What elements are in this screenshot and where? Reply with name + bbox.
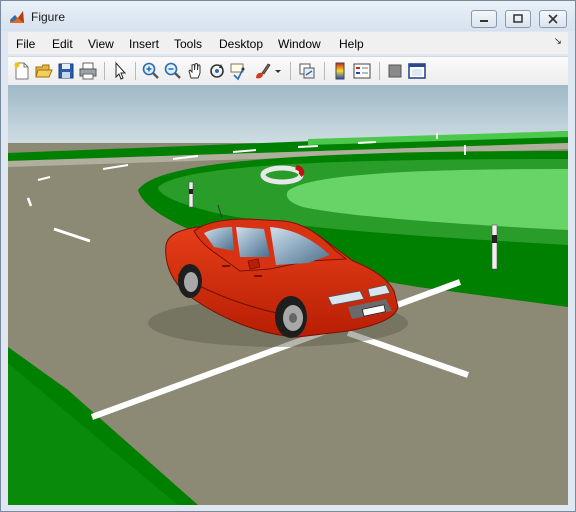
virtual-world-scene: [8, 85, 568, 505]
open-file-icon[interactable]: [34, 61, 54, 81]
toolbar-separator: [104, 62, 105, 80]
menu-help[interactable]: Help: [339, 37, 364, 51]
maximize-icon: [513, 14, 523, 23]
hide-plot-tools-icon[interactable]: [385, 61, 405, 81]
close-icon: [548, 14, 558, 24]
insert-colorbar-icon[interactable]: [330, 61, 350, 81]
figure-axes-canvas[interactable]: [8, 85, 568, 505]
new-figure-icon[interactable]: [12, 61, 32, 81]
menu-file[interactable]: File: [16, 37, 35, 51]
zoom-in-icon[interactable]: [141, 61, 161, 81]
toolbar-separator: [135, 62, 136, 80]
figure-window: Figure File Edit View Insert Tools Deskt…: [0, 0, 576, 512]
insert-legend-icon[interactable]: [352, 61, 372, 81]
figure-toolbar: [8, 56, 568, 86]
link-plot-icon[interactable]: [297, 61, 317, 81]
toolbar-separator: [324, 62, 325, 80]
menu-view[interactable]: View: [88, 37, 114, 51]
toolbar-separator: [379, 62, 380, 80]
minimize-button[interactable]: [471, 10, 497, 28]
title-bar[interactable]: Figure: [1, 1, 575, 31]
window-title: Figure: [31, 10, 66, 24]
menu-desktop[interactable]: Desktop: [219, 37, 263, 51]
maximize-button[interactable]: [505, 10, 531, 28]
rotate-3d-icon[interactable]: [207, 61, 227, 81]
dock-arrow-icon[interactable]: ↘: [554, 36, 562, 47]
print-icon[interactable]: [78, 61, 98, 81]
edit-plot-icon[interactable]: [110, 61, 130, 81]
zoom-out-icon[interactable]: [163, 61, 183, 81]
data-cursor-icon[interactable]: [229, 61, 249, 81]
close-button[interactable]: [539, 10, 567, 28]
minimize-icon: [480, 20, 488, 22]
save-icon[interactable]: [56, 61, 76, 81]
menu-insert[interactable]: Insert: [129, 37, 159, 51]
brush-icon[interactable]: [252, 61, 272, 81]
menu-edit[interactable]: Edit: [52, 37, 73, 51]
matlab-logo-icon: [10, 11, 24, 23]
toolbar-separator: [290, 62, 291, 80]
menu-tools[interactable]: Tools: [174, 37, 202, 51]
menu-window[interactable]: Window: [278, 37, 321, 51]
menu-bar: File Edit View Insert Tools Desktop Wind…: [8, 32, 568, 54]
show-plot-tools-icon[interactable]: [407, 61, 427, 81]
brush-dropdown-icon[interactable]: [273, 61, 283, 81]
pan-icon[interactable]: [185, 61, 205, 81]
